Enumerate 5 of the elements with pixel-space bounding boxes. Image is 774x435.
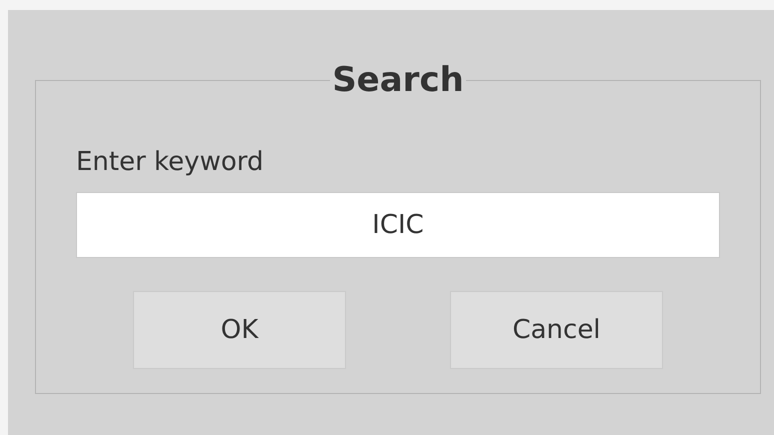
group-title: Search	[331, 63, 465, 97]
input-field[interactable]: ICIC	[76, 192, 720, 258]
ok-button[interactable]: OK	[133, 291, 346, 370]
field-label: Enter keyword	[76, 147, 264, 178]
cancel-button[interactable]: Cancel	[450, 291, 663, 370]
